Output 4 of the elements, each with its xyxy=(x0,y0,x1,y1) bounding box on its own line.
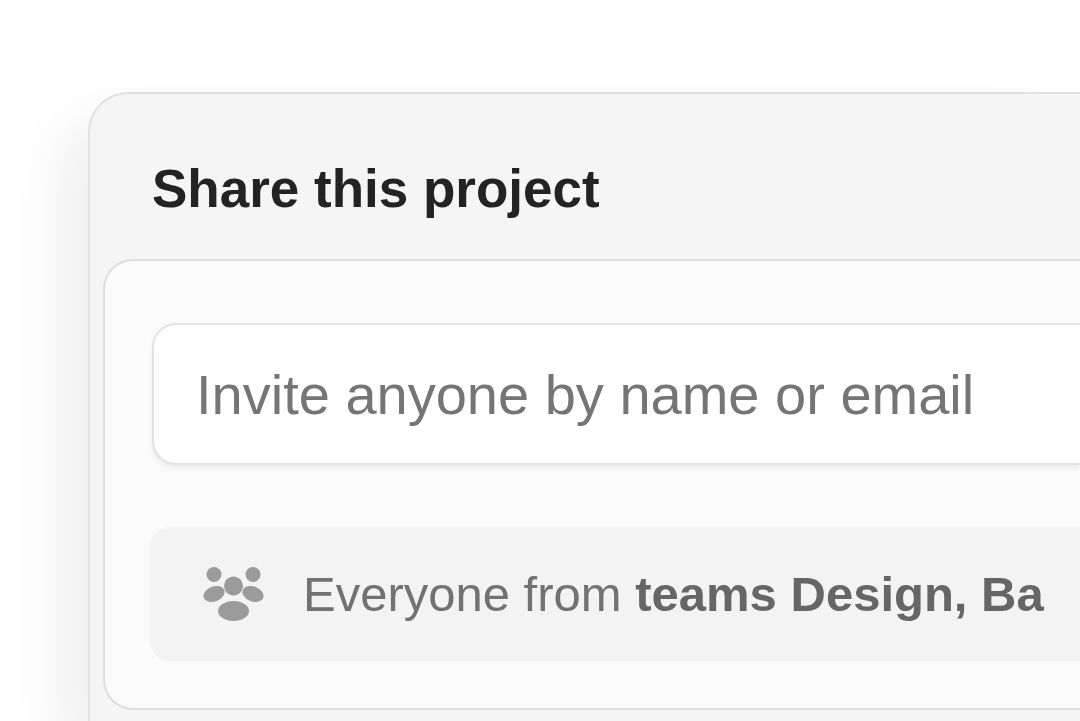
invite-input[interactable]: Invite anyone by name or email xyxy=(152,323,1080,465)
dialog-title: Share this project xyxy=(152,158,600,219)
team-access-text: Everyone from teams Design, Ba xyxy=(303,566,1044,622)
people-icon xyxy=(203,567,264,621)
